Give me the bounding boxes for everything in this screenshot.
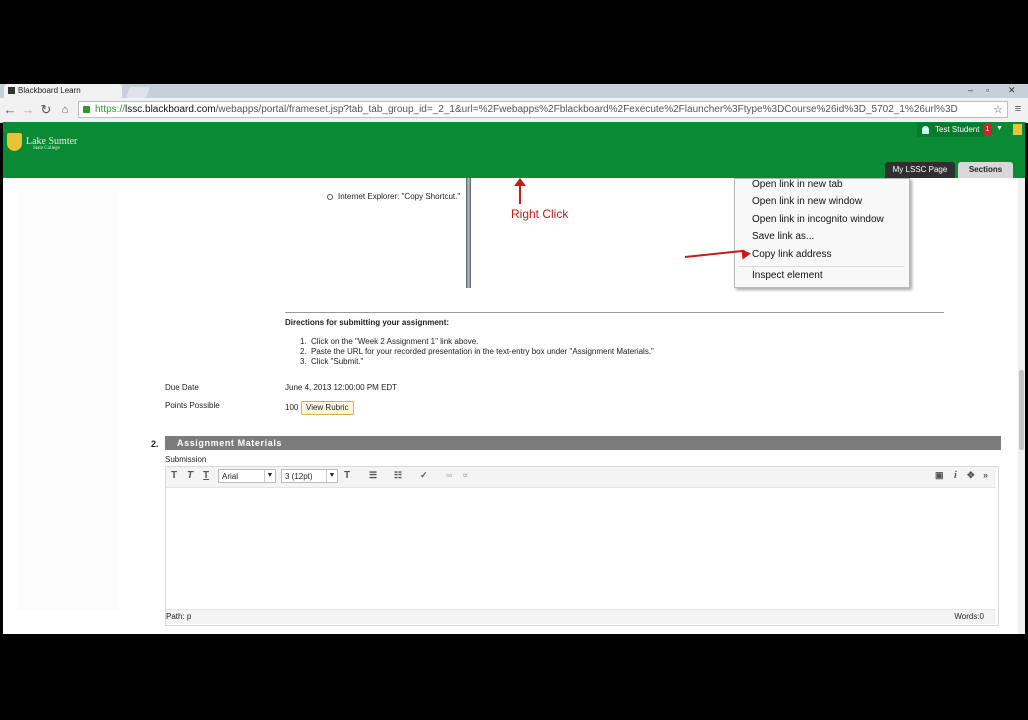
section-title: Assignment Materials bbox=[165, 436, 1001, 450]
editor-footer: Path: p Words:0 bbox=[166, 609, 996, 624]
directions-title: Directions for submitting your assignmen… bbox=[285, 318, 450, 327]
lock-icon bbox=[83, 106, 90, 113]
bullet-text: Internet Explorer: "Copy Shortcut." bbox=[338, 192, 461, 201]
info-icon[interactable]: i bbox=[954, 470, 957, 481]
fullscreen-icon[interactable]: ✥ bbox=[967, 470, 975, 481]
text-underline-icon[interactable]: T bbox=[203, 470, 209, 481]
logo-subtitle: State College bbox=[33, 146, 60, 151]
browser-tab-title: Blackboard Learn bbox=[18, 86, 81, 95]
browser-tabstrip bbox=[0, 84, 1028, 98]
instruction-bullet: Internet Explorer: "Copy Shortcut." bbox=[327, 192, 460, 201]
font-size-value: 3 (12pt) bbox=[285, 472, 313, 481]
close-icon[interactable]: ✕ bbox=[1008, 85, 1016, 96]
scrollbar-thumb[interactable] bbox=[1019, 370, 1024, 450]
submission-text-editor[interactable] bbox=[165, 466, 999, 626]
site-header bbox=[3, 122, 1025, 178]
points-value: 100 bbox=[285, 403, 299, 412]
tab-my-lssc-page[interactable]: My LSSC Page bbox=[885, 162, 955, 178]
step-number: 3. bbox=[300, 357, 307, 366]
ctx-open-new-tab[interactable]: Open link in new tab bbox=[752, 179, 843, 190]
restore-icon[interactable]: ▫ bbox=[986, 85, 989, 95]
text-italic-icon[interactable]: T bbox=[187, 470, 193, 481]
ctx-open-new-window[interactable]: Open link in new window bbox=[752, 196, 862, 207]
user-name: Test Student bbox=[935, 125, 980, 134]
address-bar[interactable]: https://lssc.blackboard.com/webapps/port… bbox=[78, 101, 1008, 118]
step-item: Click on the "Week 2 Assignment 1" link … bbox=[311, 337, 479, 346]
section-number: 2. bbox=[151, 439, 159, 449]
right-click-annotation: Right Click bbox=[511, 207, 569, 221]
ctx-copy-link-address[interactable]: Copy link address bbox=[752, 249, 831, 260]
embedded-screenshot-edge bbox=[466, 178, 471, 288]
tab-sections[interactable]: Sections bbox=[958, 162, 1013, 178]
font-family-select[interactable]: Arial ▼ bbox=[218, 469, 276, 483]
logo-name: Lake Sumter bbox=[26, 136, 78, 147]
url-path: /webapps/portal/frameset.jsp?tab_tab_gro… bbox=[215, 104, 958, 115]
url-host: lssc.blackboard.com bbox=[125, 104, 216, 115]
college-shield-icon bbox=[7, 133, 22, 151]
forward-icon[interactable]: → bbox=[20, 102, 36, 117]
font-family-value: Arial bbox=[222, 472, 239, 481]
blackboard-favicon-icon bbox=[8, 87, 15, 94]
link-icon[interactable]: ∞ bbox=[446, 470, 452, 480]
user-menu[interactable]: Test Student bbox=[917, 123, 986, 137]
spellcheck-icon[interactable]: ✓ bbox=[420, 470, 428, 481]
expand-toolbar-icon[interactable]: » bbox=[983, 470, 988, 480]
due-date-label: Due Date bbox=[165, 383, 199, 392]
url-scheme: https:// bbox=[95, 104, 126, 115]
menu-icon[interactable]: ≡ bbox=[1010, 103, 1026, 115]
chevron-down-icon: ▼ bbox=[326, 470, 337, 482]
ctx-separator bbox=[738, 266, 904, 267]
step-number: 2. bbox=[300, 347, 307, 356]
view-rubric-button[interactable]: View Rubric bbox=[301, 401, 354, 415]
path-label: Path: p bbox=[166, 612, 192, 621]
book-icon[interactable] bbox=[1013, 124, 1022, 135]
preview-icon[interactable]: ▣ bbox=[935, 470, 944, 481]
text-color-icon[interactable]: T bbox=[344, 470, 350, 481]
browser-tab[interactable]: Blackboard Learn bbox=[4, 84, 122, 98]
unlink-icon[interactable]: ∝ bbox=[462, 470, 468, 481]
bullet-icon bbox=[327, 193, 333, 200]
bullet-list-icon[interactable]: ☰ bbox=[369, 470, 377, 481]
chevron-down-icon: ▼ bbox=[264, 470, 275, 482]
text-format-icon[interactable]: T bbox=[171, 470, 177, 481]
notification-badge[interactable]: 1 bbox=[983, 124, 992, 135]
step-number: 1. bbox=[300, 337, 307, 346]
due-date-value: June 4, 2013 12:00:00 PM EDT bbox=[285, 383, 398, 392]
ctx-open-incognito[interactable]: Open link in incognito window bbox=[752, 214, 884, 225]
left-panel bbox=[18, 190, 118, 610]
step-item: Paste the URL for your recorded presenta… bbox=[311, 347, 654, 356]
reload-icon[interactable]: ↻ bbox=[38, 102, 54, 118]
user-icon bbox=[922, 126, 929, 134]
step-item: Click "Submit." bbox=[311, 357, 364, 366]
annotation-arrow-stem bbox=[519, 184, 521, 204]
divider bbox=[285, 312, 944, 313]
font-size-select[interactable]: 3 (12pt) ▼ bbox=[281, 469, 338, 483]
dropdown-chevron-icon[interactable]: ▼ bbox=[996, 125, 1003, 132]
new-tab-button[interactable] bbox=[125, 87, 151, 98]
minimize-icon[interactable]: – bbox=[968, 85, 973, 95]
back-icon[interactable]: ← bbox=[2, 102, 18, 117]
ctx-inspect-element[interactable]: Inspect element bbox=[752, 270, 823, 281]
ctx-save-link-as[interactable]: Save link as... bbox=[752, 231, 814, 242]
star-icon[interactable]: ☆ bbox=[990, 103, 1006, 116]
annotation-arrow-right-icon bbox=[741, 248, 752, 260]
home-icon[interactable]: ⌂ bbox=[57, 104, 73, 116]
numbered-list-icon[interactable]: ☷ bbox=[394, 470, 402, 481]
word-count: Words:0 bbox=[954, 612, 984, 621]
points-label: Points Possible bbox=[165, 401, 220, 410]
submission-label: Submission bbox=[165, 455, 207, 464]
